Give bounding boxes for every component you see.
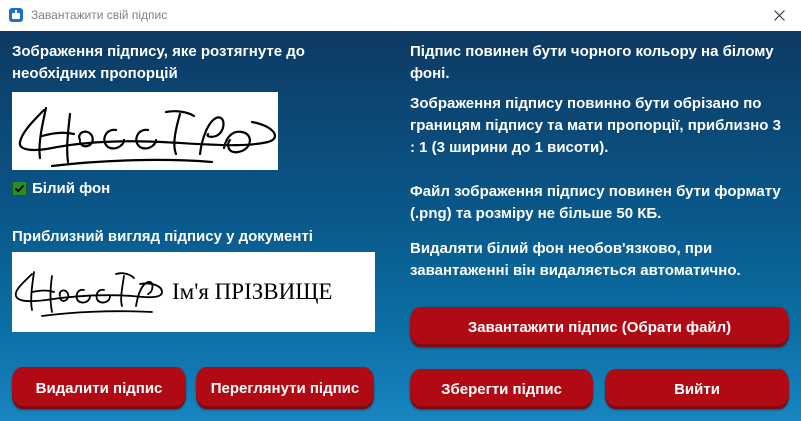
close-icon[interactable] [773, 10, 785, 21]
view-signature-button[interactable]: Переглянути підпис [196, 367, 374, 409]
check-icon [14, 184, 25, 193]
window-title: Завантажити свій підпис [31, 8, 168, 22]
title-bar: Завантажити свій підпис [0, 0, 801, 31]
document-preview: Ім'я ПРІЗВИЩЕ [12, 252, 375, 332]
delete-signature-button[interactable]: Видалити підпис [12, 367, 186, 409]
rule-format: Файл зображення підпису повинен бути фор… [410, 183, 781, 222]
exit-button[interactable]: Вийти [605, 369, 789, 409]
close-button[interactable] [757, 0, 801, 31]
app-icon [9, 8, 23, 22]
rule-proportions: Зображення підпису повинно бути обрізано… [410, 95, 781, 156]
rule-color: Підпис повинен бути чорного кольору на б… [410, 43, 774, 82]
document-name: Ім'я ПРІЗВИЩЕ [172, 279, 333, 304]
stretched-caption: Зображення підпису, яке розтягнуте до не… [12, 43, 305, 82]
save-signature-button[interactable]: Зберегти підпис [410, 369, 593, 409]
stretched-signature-image [12, 92, 278, 170]
white-background-label[interactable]: Білий фон [32, 178, 152, 200]
client-area: Зображення підпису, яке розтягнуте до не… [0, 31, 801, 421]
preview-caption: Приблизний вигляд підпису у документі [12, 228, 313, 245]
upload-signature-button[interactable]: Завантажити підпис (Обрати файл) [410, 307, 789, 347]
rule-background: Видаляти білий фон необов'язково, при за… [410, 240, 741, 279]
white-background-checkbox[interactable] [12, 181, 27, 196]
